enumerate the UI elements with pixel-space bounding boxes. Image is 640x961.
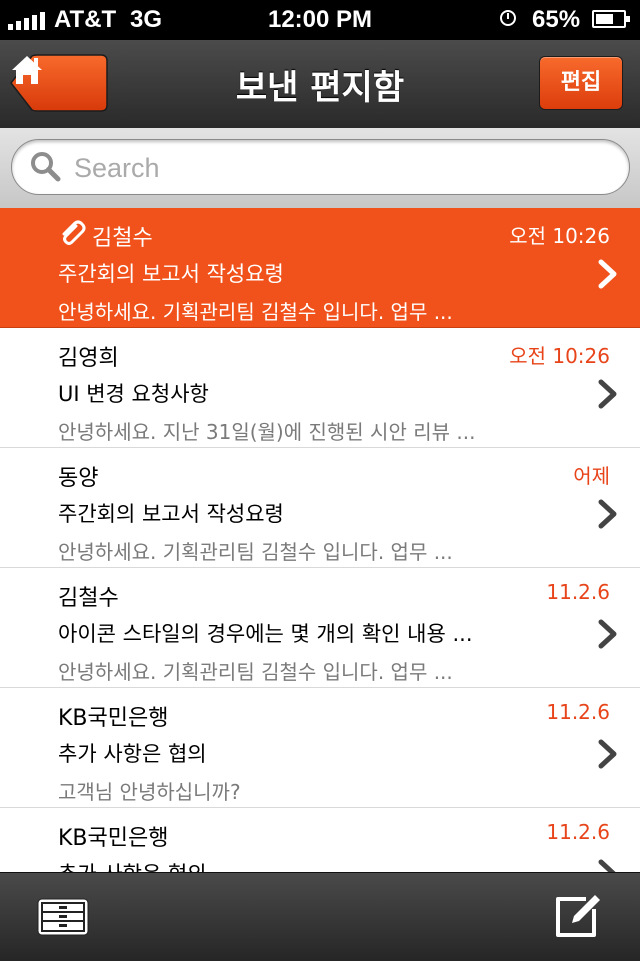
mail-row[interactable]: 동양 어제주간회의 보고서 작성요령안녕하세요. 기획관리팀 김철수 입니다. 업… <box>0 448 640 568</box>
mail-date: 11.2.6 <box>546 700 610 724</box>
battery-icon <box>592 10 630 28</box>
mail-subject: 아이콘 스타일의 경우에는 몇 개의 확인 내용 ... <box>58 622 473 646</box>
compose-icon <box>556 895 600 937</box>
archive-icon <box>37 898 89 936</box>
mail-list: 김철수 오전 10:26 주간회의 보고서 작성요령 안녕하세요. 기획관리팀 김철수… <box>0 208 640 872</box>
battery-percentage: 65% <box>532 6 581 33</box>
chevron-right-icon <box>596 738 620 774</box>
mail-subject: UI 변경 요청사항 <box>58 382 209 406</box>
mail-sender: 동양 <box>58 466 99 491</box>
mail-preview: 안녕하세요. 지난 31일(월)에 진행된 시안 리뷰 ... <box>58 420 476 444</box>
search-bar <box>0 128 640 209</box>
mail-date: 11.2.6 <box>546 820 610 844</box>
navigation-bar: 보낸 편지함 편집 <box>0 40 640 129</box>
archive-button[interactable] <box>34 893 94 941</box>
search-icon <box>31 152 61 182</box>
mail-sender: 김영희 <box>58 346 119 371</box>
mail-row[interactable]: 김영희 오전 10:26 UI 변경 요청사항안녕하세요. 지난 31일(월)에 진… <box>0 328 640 448</box>
mail-row[interactable]: KB국민은행 11.2.6 추가 사항은 협의고객님 안녕하십니까? <box>0 688 640 808</box>
mail-preview: 안녕하세요. 기획관리팀 김철수 입니다. 업무 ... <box>58 540 453 564</box>
mail-date: 11.2.6 <box>546 580 610 604</box>
clock-icon <box>500 10 516 26</box>
search-input[interactable] <box>72 148 596 188</box>
chevron-right-icon <box>596 258 620 294</box>
mail-sender: KB국민은행 <box>58 706 169 731</box>
mail-date: 오전 10:26 <box>509 224 610 248</box>
mail-row[interactable]: 김철수 오전 10:26 주간회의 보고서 작성요령안녕하세요. 기획관리팀 김철수… <box>0 208 640 328</box>
mail-sender: 김철수 <box>58 586 119 611</box>
compose-button[interactable] <box>550 889 606 945</box>
mail-date: 오전 10:26 <box>509 344 610 368</box>
battery-level <box>596 14 613 24</box>
attachment-icon <box>56 218 86 252</box>
status-bar: AT&T 3G 12:00 PM 65% <box>0 0 640 40</box>
mail-subject: 주간회의 보고서 작성요령 <box>58 502 284 526</box>
mail-subject: 주간회의 보고서 작성요령 <box>58 262 284 286</box>
chevron-right-icon <box>596 858 620 872</box>
mail-sender: 김철수 <box>92 226 153 251</box>
mail-row[interactable]: 김철수 11.2.6 아이콘 스타일의 경우에는 몇 개의 확인 내용 ... 안녕하… <box>0 568 640 688</box>
mail-row[interactable]: KB국민은행 11.2.6 추가 사항은 협의 <box>0 808 640 872</box>
mail-sender: KB국민은행 <box>58 826 169 851</box>
edit-button[interactable]: 편집 <box>539 56 623 110</box>
chevron-right-icon <box>596 618 620 654</box>
mail-subject: 추가 사항은 협의 <box>58 858 207 872</box>
chevron-right-icon <box>596 378 620 414</box>
bottom-toolbar <box>0 872 640 961</box>
mail-subject: 추가 사항은 협의 <box>58 742 207 766</box>
chevron-right-icon <box>596 498 620 534</box>
mail-preview: 안녕하세요. 기획관리팀 김철수 입니다. 업무 ... <box>58 300 453 324</box>
mail-preview: 안녕하세요. 기획관리팀 김철수 입니다. 업무 ... <box>58 660 453 684</box>
search-field[interactable] <box>11 139 630 195</box>
mail-date: 어제 <box>573 464 610 488</box>
mail-preview: 고객님 안녕하십니까? <box>58 780 241 804</box>
